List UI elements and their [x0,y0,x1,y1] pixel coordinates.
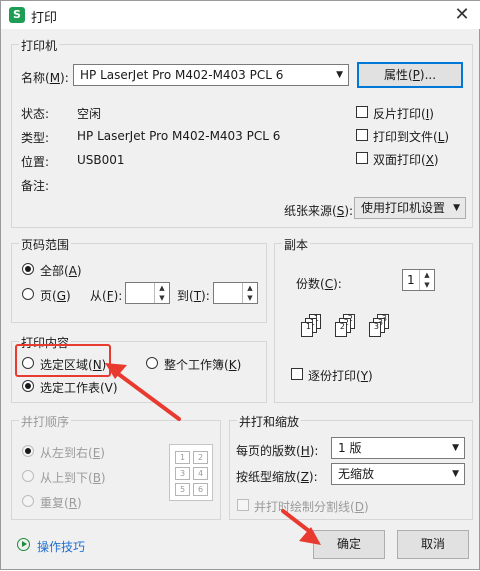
annotation-arrows [105,363,321,545]
annotation-arrow-upper [115,371,181,421]
annotation-arrowhead-lower [299,527,321,545]
print-dialog: S 打印 ✕ 打印机 名称(M): HP LaserJet Pro M402-M… [0,0,480,570]
annotation-arrow-lower [281,509,311,533]
